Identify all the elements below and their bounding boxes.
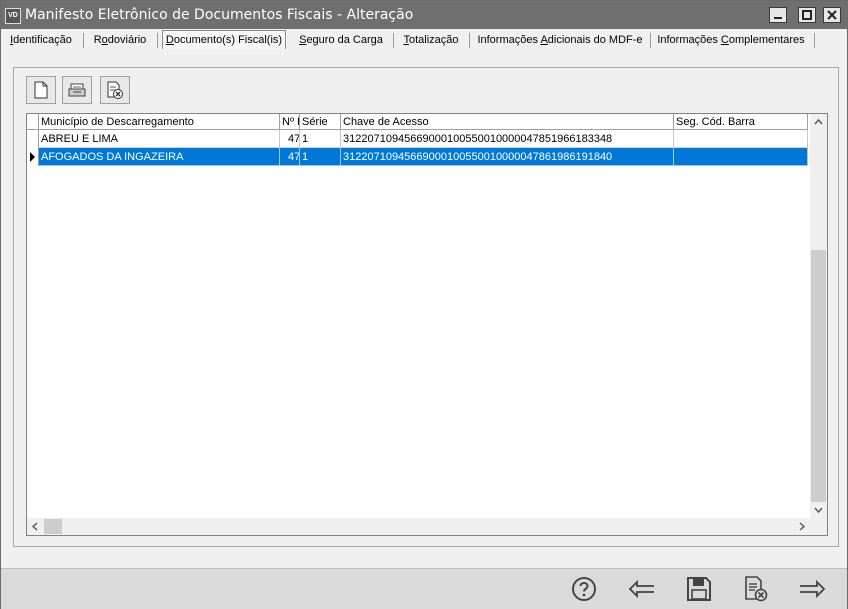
- app-icon[interactable]: VD: [5, 8, 21, 24]
- cell-numero[interactable]: 4786198: [280, 148, 300, 166]
- tab-separator: [814, 33, 815, 48]
- cell-chave[interactable]: 3122071094566900010055001000004786198619…: [341, 148, 674, 166]
- tab-separator: [157, 33, 158, 48]
- cell-serie[interactable]: 1: [300, 130, 341, 148]
- tab-identificacao[interactable]: Identificação: [7, 31, 75, 49]
- new-document-icon: [34, 81, 48, 99]
- delete-document-icon: [107, 81, 123, 99]
- tab-separator: [83, 33, 84, 48]
- maximize-button[interactable]: [798, 7, 816, 23]
- tab-label: eguro da Carga: [306, 34, 383, 46]
- tab-label: doviário: [107, 34, 147, 46]
- tab-label-mnemonic: D: [165, 34, 174, 46]
- tab-separator: [469, 33, 470, 48]
- table-row[interactable]: ABREU E LIMA 4785196 1 31220710945669000…: [27, 130, 808, 148]
- tab-label: omplementares: [728, 34, 805, 46]
- view-document-icon: [68, 83, 86, 97]
- delete-document-button[interactable]: [100, 76, 130, 104]
- help-icon: [572, 577, 596, 601]
- scroll-right-icon[interactable]: [794, 518, 810, 535]
- tab-label: Informações: [477, 34, 541, 46]
- cell-chave[interactable]: 3122071094566900010055001000004785196618…: [341, 130, 674, 148]
- footer-toolbar: [1, 568, 847, 609]
- cancel-document-icon: [745, 576, 768, 602]
- grid-header-indicator: [27, 114, 39, 130]
- horizontal-scrollbar[interactable]: [27, 518, 810, 535]
- scroll-up-icon[interactable]: [810, 114, 827, 130]
- tab-separator: [650, 33, 651, 48]
- close-button[interactable]: [823, 7, 841, 23]
- tab-documentos-fiscais[interactable]: Documento(s) Fiscal(is): [162, 30, 286, 49]
- vertical-scrollbar[interactable]: [810, 114, 827, 518]
- cell-seg-cod-barra[interactable]: [674, 130, 808, 148]
- vertical-scroll-thumb[interactable]: [811, 250, 826, 502]
- tab-label-mnemonic: C: [720, 34, 729, 46]
- cell-numero[interactable]: 4785196: [280, 130, 300, 148]
- tab-label: Informações: [657, 34, 721, 46]
- tab-totalizacao[interactable]: Totalização: [399, 31, 463, 49]
- save-icon: [687, 577, 711, 601]
- cell-municipio[interactable]: AFOGADOS DA INGAZEIRA: [39, 148, 280, 166]
- tab-label: ocumento(s) Fiscal(is): [173, 34, 283, 46]
- table-row-selected[interactable]: AFOGADOS DA INGAZEIRA 4786198 1 31220710…: [27, 148, 808, 166]
- col-header-seg-cod-barra[interactable]: Seg. Cód. Barra: [674, 114, 808, 130]
- main-window: VD Manifesto Eletrônico de Documentos Fi…: [0, 0, 848, 609]
- cell-municipio[interactable]: ABREU E LIMA: [39, 130, 280, 148]
- col-header-numero[interactable]: Nº Documento: [280, 114, 300, 130]
- documents-grid[interactable]: Município de Descarregamento Nº Document…: [26, 113, 828, 536]
- col-header-municipio[interactable]: Município de Descarregamento: [39, 114, 280, 130]
- tab-informacoes-complementares[interactable]: Informações Complementares: [656, 31, 806, 49]
- title-bar[interactable]: VD Manifesto Eletrônico de Documentos Fi…: [1, 1, 847, 29]
- back-arrow-icon: [628, 579, 654, 599]
- col-header-serie[interactable]: Série: [300, 114, 341, 130]
- tab-label-mnemonic: A: [540, 34, 548, 46]
- current-row-arrow-icon: [30, 152, 35, 162]
- scroll-down-icon[interactable]: [810, 502, 827, 518]
- row-indicator: [27, 148, 39, 166]
- horizontal-scroll-thumb[interactable]: [44, 519, 62, 534]
- view-document-button[interactable]: [62, 76, 92, 104]
- new-document-button[interactable]: [26, 76, 56, 104]
- forward-arrow-icon: [800, 579, 826, 599]
- window-title: Manifesto Eletrônico de Documentos Fisca…: [25, 7, 414, 23]
- tab-seguro-da-carga[interactable]: Seguro da Carga: [295, 31, 387, 49]
- cell-serie[interactable]: 1: [300, 148, 341, 166]
- save-button[interactable]: [684, 575, 714, 603]
- tab-rodoviario[interactable]: Rodoviário: [89, 31, 151, 49]
- minimize-button[interactable]: [769, 7, 787, 23]
- maximize-icon: [802, 10, 812, 20]
- minimize-icon: [774, 17, 782, 19]
- scroll-left-icon[interactable]: [27, 518, 43, 535]
- cell-seg-cod-barra[interactable]: [674, 148, 808, 166]
- tab-label: dentificação: [13, 34, 72, 46]
- help-button[interactable]: [569, 575, 599, 603]
- back-button[interactable]: [627, 575, 657, 603]
- tab-label: otalização: [408, 34, 459, 46]
- tab-label: dicionais do MDF-e: [547, 34, 643, 46]
- tab-separator: [393, 33, 394, 48]
- scrollbar-corner: [810, 518, 827, 535]
- documentos-panel: Município de Descarregamento Nº Document…: [13, 67, 839, 547]
- col-header-chave[interactable]: Chave de Acesso: [341, 114, 674, 130]
- close-icon: [827, 10, 837, 20]
- tab-bar: Identificação Rodoviário Documento(s) Fi…: [1, 29, 847, 51]
- cancel-document-button[interactable]: [741, 575, 771, 603]
- forward-button[interactable]: [797, 575, 827, 603]
- tab-label: R: [93, 34, 102, 46]
- row-indicator: [27, 130, 39, 148]
- tab-informacoes-adicionais[interactable]: Informações Adicionais do MDF-e: [475, 31, 645, 49]
